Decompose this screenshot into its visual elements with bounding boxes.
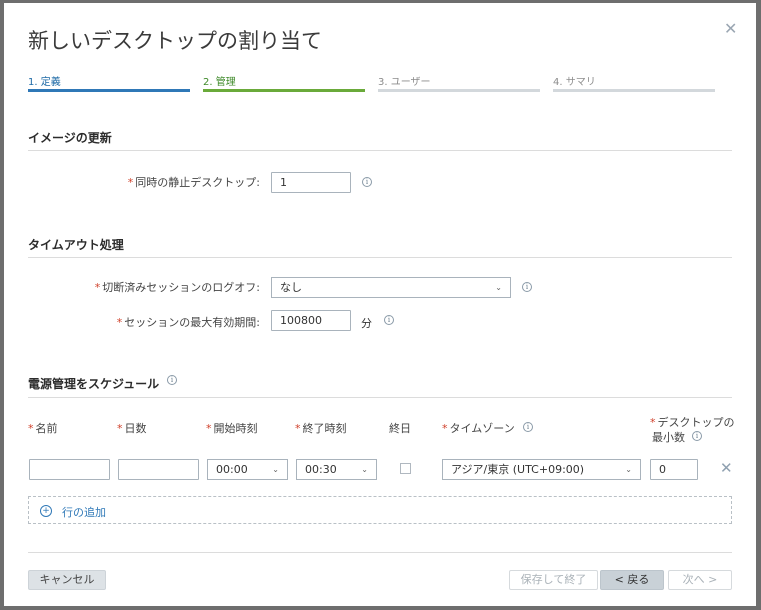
column-min-desktops-line2: 最小数 xyxy=(652,431,685,444)
cancel-button[interactable]: キャンセル xyxy=(28,570,106,590)
end-time-select[interactable]: 00:30 ⌄ xyxy=(296,459,377,480)
chevron-down-icon: ⌄ xyxy=(625,465,632,474)
label-text: 同時の静止デスクトップ: xyxy=(135,176,260,189)
required-mark: * xyxy=(442,422,448,435)
timezone-select[interactable]: アジア/東京 (UTC+09:00) ⌄ xyxy=(442,459,641,480)
required-mark: * xyxy=(28,422,34,435)
section-divider xyxy=(28,150,732,151)
column-label: 開始時刻 xyxy=(213,422,258,435)
info-icon[interactable]: i xyxy=(523,422,533,432)
column-end-time: * 終了時刻 xyxy=(295,420,347,436)
step-label: 3. ユーザー xyxy=(378,77,431,88)
chevron-down-icon: ⌄ xyxy=(272,465,279,474)
assign-desktop-dialog: 新しいデスクトップの割り当て ✕ 1. 定義 2. 管理 3. ユーザー 4. … xyxy=(4,3,756,606)
column-min-desktops: * デスクトップの xyxy=(650,414,735,430)
step-label: 1. 定義 xyxy=(28,77,61,88)
timeout-heading: タイムアウト処理 xyxy=(28,238,124,252)
column-label: デスクトップの xyxy=(657,416,735,429)
next-button[interactable]: 次へ > xyxy=(668,570,732,590)
step-progress-bar xyxy=(378,89,540,92)
max-session-label: * セッションの最大有効期間: xyxy=(117,314,260,330)
required-mark: * xyxy=(650,416,656,429)
save-and-exit-button[interactable]: 保存して終了 xyxy=(509,570,598,590)
max-session-input[interactable] xyxy=(271,310,351,331)
step-label: 4. サマリ xyxy=(553,77,596,88)
info-icon[interactable]: i xyxy=(522,282,532,292)
start-time-select[interactable]: 00:00 ⌄ xyxy=(207,459,288,480)
required-mark: * xyxy=(116,316,123,329)
plus-circle-icon: + xyxy=(40,505,52,517)
section-divider xyxy=(28,397,732,398)
all-day-checkbox[interactable] xyxy=(400,463,411,474)
column-label: 日数 xyxy=(124,422,147,435)
step-label: 2. 管理 xyxy=(203,77,236,88)
power-schedule-heading: 電源管理をスケジュール xyxy=(28,377,160,391)
column-days: * 日数 xyxy=(117,420,147,436)
logoff-select[interactable]: なし ⌄ xyxy=(271,277,511,298)
concurrent-desktops-input[interactable] xyxy=(271,172,351,193)
column-label: 名前 xyxy=(35,422,58,435)
column-all-day: 終日 xyxy=(389,422,411,435)
chevron-down-icon: ⌄ xyxy=(495,283,502,292)
image-update-heading: イメージの更新 xyxy=(28,131,112,145)
column-name: * 名前 xyxy=(28,420,58,436)
timezone-value: アジア/東京 (UTC+09:00) xyxy=(451,463,585,476)
required-mark: * xyxy=(295,422,301,435)
required-mark: * xyxy=(206,422,212,435)
required-mark: * xyxy=(127,176,134,189)
chevron-down-icon: ⌄ xyxy=(361,465,368,474)
info-icon[interactable]: i xyxy=(167,375,177,385)
add-row-button[interactable]: + 行の追加 xyxy=(28,496,732,524)
step-summary: 4. サマリ xyxy=(553,73,715,92)
column-timezone: * タイムゾーン xyxy=(442,420,515,436)
step-users: 3. ユーザー xyxy=(378,73,540,92)
label-text: 切断済みセッションのログオフ: xyxy=(102,281,260,294)
step-progress-bar xyxy=(28,89,190,92)
schedule-name-input[interactable] xyxy=(29,459,110,480)
required-mark: * xyxy=(94,281,101,294)
end-time-value: 00:30 xyxy=(305,463,337,476)
column-label: タイムゾーン xyxy=(449,422,515,435)
info-icon[interactable]: i xyxy=(362,177,372,187)
step-progress-bar xyxy=(203,89,365,92)
step-manage[interactable]: 2. 管理 xyxy=(203,73,365,92)
label-text: セッションの最大有効期間: xyxy=(124,316,260,329)
footer-divider xyxy=(28,552,732,553)
add-row-label: 行の追加 xyxy=(62,506,106,519)
required-mark: * xyxy=(117,422,123,435)
close-icon[interactable]: ✕ xyxy=(724,19,737,38)
concurrent-desktops-label: * 同時の静止デスクトップ: xyxy=(128,174,260,190)
step-progress-bar xyxy=(553,89,715,92)
dialog-title: 新しいデスクトップの割り当て xyxy=(28,29,322,53)
back-button[interactable]: < 戻る xyxy=(600,570,664,590)
minutes-unit: 分 xyxy=(361,317,372,330)
step-define[interactable]: 1. 定義 xyxy=(28,73,190,92)
column-label: 終了時刻 xyxy=(302,422,347,435)
info-icon[interactable]: i xyxy=(384,315,394,325)
logoff-select-value: なし xyxy=(280,281,302,294)
section-divider xyxy=(28,257,732,258)
start-time-value: 00:00 xyxy=(216,463,248,476)
schedule-days-input[interactable] xyxy=(118,459,199,480)
remove-row-icon[interactable]: ✕ xyxy=(720,459,733,477)
logoff-label: * 切断済みセッションのログオフ: xyxy=(95,279,260,295)
column-start-time: * 開始時刻 xyxy=(206,420,258,436)
info-icon[interactable]: i xyxy=(692,431,702,441)
min-desktops-input[interactable] xyxy=(650,459,698,480)
